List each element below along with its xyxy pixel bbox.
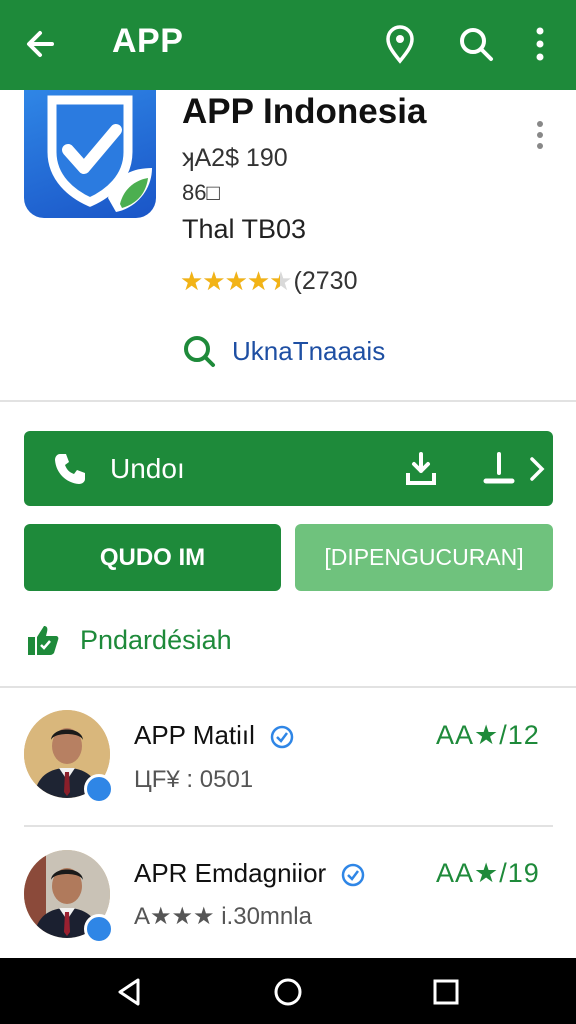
divider xyxy=(0,400,576,402)
review-score: AA★/12 xyxy=(436,720,540,750)
developer-link[interactable]: UknaTnaaais xyxy=(182,334,385,368)
app-overflow-menu-icon[interactable] xyxy=(530,118,550,152)
tertiary-action-button[interactable]: [DIPENGUCURAN] xyxy=(295,524,553,591)
rating-stars: ★★★★★ ★★★★★ xyxy=(180,265,293,296)
verified-check-icon xyxy=(270,725,294,749)
primary-action-label: Undoı xyxy=(110,453,185,484)
verified-check-icon xyxy=(342,863,365,887)
review-meta: ЦF¥ : 0501 xyxy=(134,766,254,793)
verified-badge-icon xyxy=(84,914,114,944)
chevron-right-icon[interactable] xyxy=(528,455,546,483)
download-icon[interactable] xyxy=(404,451,438,487)
nav-home-icon[interactable] xyxy=(272,976,304,1008)
app-language: Thal TB03 xyxy=(182,214,307,244)
favorite-row[interactable]: Pndardésiah xyxy=(26,623,232,657)
nav-back-icon[interactable] xyxy=(114,976,146,1008)
app-bar-title: APP xyxy=(112,22,184,60)
back-arrow-icon[interactable] xyxy=(22,24,62,64)
search-icon[interactable] xyxy=(456,24,496,64)
primary-action-button[interactable]: Undoı xyxy=(24,431,553,506)
shield-check-icon xyxy=(47,95,152,212)
nav-recents-icon[interactable] xyxy=(430,976,462,1008)
review-meta: A★★★ i.30mnla xyxy=(134,903,312,930)
developer-link-label: UknaTnaaais xyxy=(232,335,386,366)
system-nav-bar xyxy=(0,958,576,1024)
app-bar: APP xyxy=(0,0,576,90)
divider xyxy=(0,686,576,688)
review-score: AA★/19 xyxy=(436,858,540,888)
list-item[interactable]: APR Emdagniior AA★/19 A★★★ i.30mnla xyxy=(0,838,576,958)
location-pin-icon[interactable] xyxy=(382,24,418,64)
app-price: ʞA2$ 190 xyxy=(182,144,288,172)
rating-count: (2730 xyxy=(293,266,358,295)
app-logo xyxy=(24,90,156,218)
phone-icon xyxy=(55,454,85,484)
reviewer-name: APP Matiıl xyxy=(134,720,294,751)
secondary-action-button[interactable]: QUDO IM xyxy=(24,524,281,591)
list-item[interactable]: APP Matiıl AA★/12 ЦF¥ : 0501 xyxy=(0,700,576,820)
app-code: 86□ xyxy=(182,180,220,205)
thumbs-up-icon xyxy=(28,626,59,655)
reviewer-name-text: APR Emdagniior xyxy=(134,858,327,888)
app-name: APP Indonesia xyxy=(182,92,427,131)
app-rating: ★★★★★ ★★★★★ (2730 xyxy=(180,266,358,296)
verified-badge-icon xyxy=(84,774,114,804)
divider xyxy=(24,825,553,827)
download-icon[interactable] xyxy=(482,451,516,487)
reviewer-name: APR Emdagniior xyxy=(134,858,365,889)
search-icon xyxy=(184,336,215,367)
favorite-label: Pndardésiah xyxy=(80,624,232,655)
reviewer-name-text: APP Matiıl xyxy=(134,720,255,750)
more-vert-icon[interactable] xyxy=(530,24,550,64)
